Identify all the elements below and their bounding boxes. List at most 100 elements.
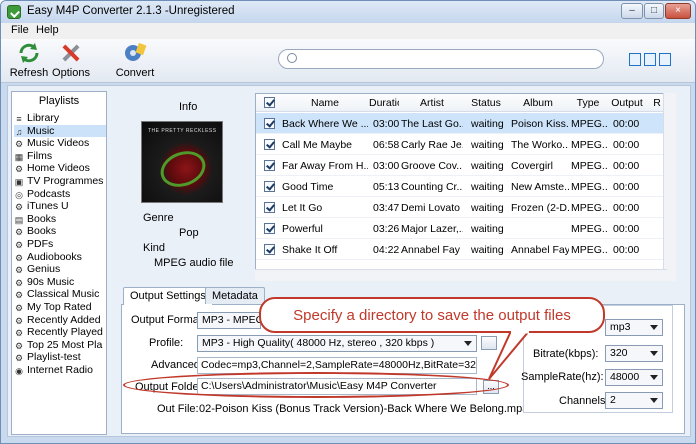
sidebar-item-label: Playlist-test	[27, 351, 81, 364]
sidebar-item[interactable]: ⚙ Recently Played	[14, 326, 114, 338]
channels-select[interactable]: 2	[605, 392, 663, 409]
tv-icon: ▣	[14, 177, 24, 187]
output-format-label: Output Format:	[131, 314, 205, 326]
row-checkbox[interactable]	[264, 181, 275, 192]
sidebar-item[interactable]: ≡ Library	[14, 112, 114, 124]
samplerate-select[interactable]: 48000	[605, 369, 663, 386]
sidebar-item[interactable]: ▤ Books	[14, 213, 114, 225]
options-button[interactable]: Options	[51, 41, 91, 81]
table-row[interactable]: Back Where We ... 03:00 The Last Go... wait…	[256, 113, 666, 134]
cell-type: MPEG...	[571, 181, 607, 193]
table-row[interactable]: Powerful 03:26 Major Lazer,... waiting MPEG.…	[256, 218, 666, 239]
cell-artist: Groove Cov...	[401, 160, 463, 172]
convert-button[interactable]: Convert	[115, 41, 155, 81]
row-checkbox[interactable]	[264, 244, 275, 255]
sidebar-item-label: Audiobooks	[27, 250, 82, 263]
row-checkbox[interactable]	[264, 160, 275, 171]
sidebar-item[interactable]: ⚙ Genius	[14, 263, 114, 275]
gear-icon: ⚙	[14, 340, 24, 351]
profile-value: MP3 - High Quality( 48000 Hz, stereo , 3…	[202, 337, 435, 349]
sidebar-item[interactable]: ⚙ Playlist-test	[14, 351, 114, 363]
row-checkbox[interactable]	[264, 139, 275, 150]
maximize-button[interactable]: □	[644, 3, 664, 19]
table-row[interactable]: Let It Go 03:47 Demi Lovato waiting Frozen (…	[256, 197, 666, 218]
gear-icon: ⚙	[14, 227, 24, 238]
cell-status: waiting	[471, 181, 504, 193]
sidebar-item[interactable]: ⚙ Top 25 Most Pla	[14, 339, 114, 351]
sidebar-item[interactable]: ⚙ Books	[14, 225, 114, 237]
sidebar-item[interactable]: ⚙ My Top Rated	[14, 301, 114, 313]
cell-type: MPEG...	[571, 139, 607, 151]
minimize-button[interactable]: –	[621, 3, 643, 19]
gear-icon: ⚙	[14, 277, 24, 288]
profile-select[interactable]: MP3 - High Quality( 48000 Hz, stereo , 3…	[197, 335, 477, 352]
row-checkbox[interactable]	[264, 202, 275, 213]
sidebar-item[interactable]: ⚙ 90s Music	[14, 276, 114, 288]
info-title: Info	[179, 101, 198, 113]
cell-album: Annabel Fay	[511, 244, 569, 256]
column-r[interactable]: R	[651, 97, 663, 109]
row-checkbox[interactable]	[264, 223, 275, 234]
tab-metadata[interactable]: Metadata	[205, 287, 265, 304]
table-row[interactable]: Good Time 05:13 Counting Cr... waiting New A…	[256, 176, 666, 197]
refresh-icon	[19, 43, 39, 63]
menu-help[interactable]: Help	[36, 24, 59, 36]
bitrate-select[interactable]: 320	[605, 345, 663, 362]
sidebar-item[interactable]: ⚙ Music Videos	[14, 137, 114, 149]
annotation-highlight-ellipse	[123, 372, 509, 398]
gear-icon: ⚙	[14, 164, 24, 175]
sidebar-item[interactable]: ◉ Internet Radio	[14, 364, 114, 376]
cell-output: 00:00	[613, 202, 640, 214]
playlists-header: Playlists	[38, 95, 80, 107]
sidebar-item[interactable]: ⚙ Audiobooks	[14, 251, 114, 263]
table-row[interactable]: Shake It Off 04:22 Annabel Fay waiting Annab…	[256, 239, 666, 260]
playlists-panel: Playlists ≡ Library ♫ Music ⚙ Music Videos ▦ Fi…	[11, 91, 107, 435]
column-duration[interactable]: Duration	[369, 97, 399, 109]
column-status[interactable]: Status	[465, 97, 507, 109]
sidebar-item[interactable]: ◎ Podcasts	[14, 188, 114, 200]
column-output[interactable]: Output	[609, 97, 645, 109]
search-input[interactable]	[303, 52, 598, 66]
cell-duration: 06:58	[373, 139, 400, 151]
tab-output-settings[interactable]: Output Settings	[123, 287, 213, 305]
view-detail-button[interactable]	[644, 53, 656, 66]
bitrate-label: Bitrate(kbps):	[533, 348, 599, 360]
codec-select[interactable]: mp3	[605, 319, 663, 336]
column-artist[interactable]: Artist	[401, 97, 463, 109]
sidebar-item[interactable]: ⚙ iTunes U	[14, 200, 114, 212]
cell-artist: Demi Lovato	[401, 202, 460, 214]
menu-file[interactable]: File	[11, 24, 29, 36]
view-grid-button[interactable]	[659, 53, 671, 66]
sidebar-item[interactable]: ⚙ Home Videos	[14, 162, 114, 174]
table-row[interactable]: Far Away From H... 03:00 Groove Cov... wait…	[256, 155, 666, 176]
sidebar-item-label: Internet Radio	[27, 364, 93, 376]
sidebar-item[interactable]: ⚙ PDFs	[14, 238, 114, 250]
table-horizontal-scrollbar[interactable]	[255, 269, 667, 281]
sidebar-item[interactable]: ⚙ Recently Added	[14, 314, 114, 326]
sidebar-item[interactable]: ▦ Films	[14, 150, 114, 162]
select-all-checkbox[interactable]	[264, 97, 275, 108]
cell-name: Far Away From H...	[282, 160, 368, 172]
sidebar-item[interactable]: ⚙ Classical Music	[14, 288, 114, 300]
close-button[interactable]: ×	[665, 3, 691, 19]
column-name[interactable]: Name	[282, 97, 368, 109]
view-list-button[interactable]	[629, 53, 641, 66]
output-format-value: MP3 - MPEG-	[202, 314, 261, 326]
sidebar-item[interactable]: ♫ Music	[14, 124, 106, 137]
cell-duration: 03:47	[373, 202, 400, 214]
cell-duration: 04:22	[373, 244, 400, 256]
refresh-button[interactable]: Refresh	[9, 41, 49, 81]
samplerate-value: 48000	[610, 371, 640, 383]
sidebar-item[interactable]: ▣ TV Programmes	[14, 175, 114, 187]
chevron-down-icon	[464, 341, 472, 346]
album-art: THE PRETTY RECKLESS	[141, 121, 223, 203]
table-row[interactable]: Call Me Maybe 06:58Carly Rae Je... waiting…	[256, 134, 666, 155]
cell-status: waiting	[471, 160, 504, 172]
row-checkbox[interactable]	[264, 118, 275, 129]
table-vertical-scrollbar[interactable]	[663, 93, 676, 281]
sidebar-item-label: Home Videos	[27, 162, 90, 175]
column-type[interactable]: Type	[569, 97, 607, 109]
column-album[interactable]: Album	[509, 97, 567, 109]
output-format-select[interactable]: MP3 - MPEG-	[197, 312, 261, 329]
search-box[interactable]	[278, 49, 604, 69]
